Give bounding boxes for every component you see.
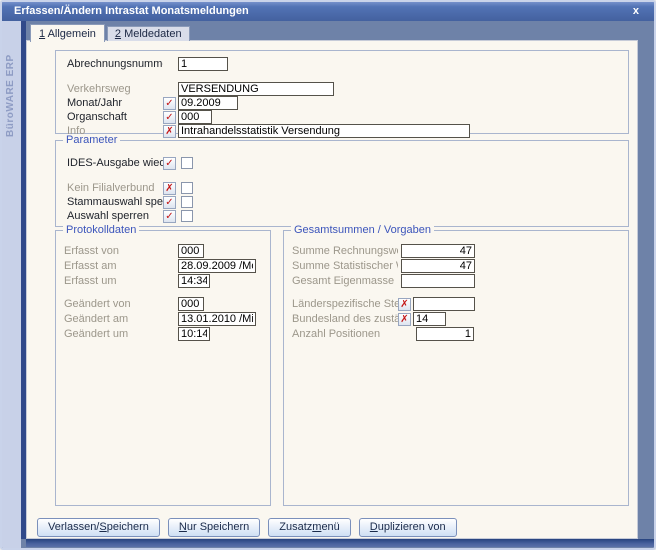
field-label: Geändert von xyxy=(64,298,131,310)
anzahl-positionen-input[interactable] xyxy=(416,327,474,341)
abrechnungsnummer-input[interactable] xyxy=(178,57,228,71)
red-cross-icon[interactable]: ✗ xyxy=(163,181,176,195)
bottom-frame-bar xyxy=(26,539,654,547)
kein-filialverbund-checkbox[interactable] xyxy=(181,182,193,194)
geaendert-um-input[interactable] xyxy=(178,327,210,341)
protokolldaten-fieldset: Protokolldaten Erfasst von Erfasst am Er… xyxy=(55,224,271,506)
field-label: Erfasst am xyxy=(64,260,117,272)
field-row: Organschaft ✓ xyxy=(67,110,628,124)
field-label: Verkehrsweg xyxy=(67,83,131,95)
organschaft-input[interactable] xyxy=(178,110,212,124)
zusatzmenu-button[interactable]: Zusatzmenü xyxy=(268,518,351,537)
field-label: Monat/Jahr xyxy=(67,97,123,109)
field-label: Organschaft xyxy=(67,111,127,123)
info-input[interactable] xyxy=(178,124,470,138)
red-check-icon[interactable]: ✓ xyxy=(163,110,176,124)
title-bar: Erfassen/Ändern Intrastat Monatsmeldunge… xyxy=(2,2,654,21)
field-label: Abrechnungsnummer xyxy=(67,58,163,70)
header-fieldset: Abrechnungsnummer Verkehrsweg Monat/Jahr… xyxy=(55,50,629,138)
steuer-nr-input[interactable] xyxy=(413,297,475,311)
red-check-icon[interactable]: ✓ xyxy=(163,209,176,223)
erfasst-am-input[interactable] xyxy=(178,259,256,273)
window-title: Erfassen/Ändern Intrastat Monatsmeldunge… xyxy=(14,5,249,17)
fieldset-title: Gesamtsummen / Vorgaben xyxy=(291,224,434,236)
erfasst-von-input[interactable] xyxy=(178,244,204,258)
close-icon[interactable]: x xyxy=(630,2,642,21)
gesamt-eigenmasse-input[interactable] xyxy=(401,274,475,288)
geaendert-von-input[interactable] xyxy=(178,297,204,311)
field-row: Länderspezifische Steuer-Nr. ✗ xyxy=(292,297,628,311)
intrastat-dialog-window: Erfassen/Ändern Intrastat Monatsmeldunge… xyxy=(0,0,656,550)
button-row: Verlassen/Speichern Nur Speichern Zusatz… xyxy=(37,518,457,537)
field-row: Auswahl sperren ✓ xyxy=(67,209,628,223)
field-row: Monat/Jahr ✓ xyxy=(67,96,628,110)
brand-logo-text: BüroWARE ERP xyxy=(5,54,16,137)
verlassen-speichern-button[interactable]: Verlassen/Speichern xyxy=(37,518,160,537)
tab-meldedaten[interactable]: 2 Meldedaten xyxy=(106,26,190,41)
ides-ausgabe-checkbox[interactable] xyxy=(181,157,193,169)
brand-strip: BüroWARE ERP xyxy=(2,21,21,548)
geaendert-am-input[interactable] xyxy=(178,312,256,326)
field-label: Gesamt Eigenmasse Kg xyxy=(292,275,398,287)
field-row: Geändert von xyxy=(64,297,270,311)
field-label: Summe Rechnungswert xyxy=(292,245,398,257)
field-row: Stammauswahl sperren ✓ xyxy=(67,195,628,209)
monat-jahr-input[interactable] xyxy=(178,96,238,110)
field-label: Geändert am xyxy=(64,313,129,325)
red-cross-icon[interactable]: ✗ xyxy=(398,312,411,326)
red-cross-icon[interactable]: ✗ xyxy=(163,124,176,138)
summe-statistischer-wert-input[interactable] xyxy=(401,259,475,273)
field-row: IDES-Ausgabe wiederholen ✓ xyxy=(67,156,628,170)
parameter-fieldset: Parameter IDES-Ausgabe wiederholen ✓ Kei… xyxy=(55,134,629,227)
field-row: Summe Rechnungswert xyxy=(292,244,628,258)
field-row: Bundesland des zuständigen FA ✗ xyxy=(292,312,628,326)
field-label: Kein Filialverbund xyxy=(67,182,155,194)
field-row: Erfasst von xyxy=(64,244,270,258)
field-label: Geändert um xyxy=(64,328,129,340)
erfasst-um-input[interactable] xyxy=(178,274,210,288)
red-check-icon[interactable]: ✓ xyxy=(163,156,176,170)
red-check-icon[interactable]: ✓ xyxy=(163,195,176,209)
fieldset-title: Parameter xyxy=(63,134,121,146)
field-row: Erfasst am xyxy=(64,259,270,273)
field-label: Anzahl Positionen xyxy=(292,328,381,340)
field-row: Summe Statistischer Wert xyxy=(292,259,628,273)
gesamtsummen-fieldset: Gesamtsummen / Vorgaben Summe Rechnungsw… xyxy=(283,224,629,506)
field-label: Erfasst um xyxy=(64,275,117,287)
field-row: Anzahl Positionen xyxy=(292,327,628,341)
summe-rechnungswert-input[interactable] xyxy=(401,244,475,258)
duplizieren-von-button[interactable]: Duplizieren von xyxy=(358,518,457,537)
field-row: Gesamt Eigenmasse Kg xyxy=(292,274,628,288)
field-label: Summe Statistischer Wert xyxy=(292,260,398,272)
red-check-icon[interactable]: ✓ xyxy=(163,96,176,110)
field-row: Verkehrsweg xyxy=(67,82,628,96)
field-label: Länderspezifische Steuer-Nr. xyxy=(292,298,398,310)
field-row: Info ✗ xyxy=(67,124,628,138)
tab-bar: 1 Allgemein 2 Meldedaten xyxy=(30,23,190,42)
field-label: IDES-Ausgabe wiederholen xyxy=(67,157,163,169)
field-row: Abrechnungsnummer xyxy=(67,57,628,71)
fieldset-title: Protokolldaten xyxy=(63,224,140,236)
field-label: Bundesland des zuständigen FA xyxy=(292,313,398,325)
tab-allgemein[interactable]: 1 Allgemein xyxy=(30,24,105,42)
verkehrsweg-input[interactable] xyxy=(178,82,334,96)
nur-speichern-button[interactable]: Nur Speichern xyxy=(167,518,261,537)
stammauswahl-sperren-checkbox[interactable] xyxy=(181,196,193,208)
bundesland-fa-input[interactable] xyxy=(413,312,446,326)
field-label: Stammauswahl sperren xyxy=(67,196,163,208)
red-cross-icon[interactable]: ✗ xyxy=(398,297,411,311)
field-row: Geändert um xyxy=(64,327,270,341)
auswahl-sperren-checkbox[interactable] xyxy=(181,210,193,222)
field-label: Erfasst von xyxy=(64,245,120,257)
field-row: Erfasst um xyxy=(64,274,270,288)
field-row: Kein Filialverbund ✗ xyxy=(67,181,628,195)
field-row: Geändert am xyxy=(64,312,270,326)
field-label: Auswahl sperren xyxy=(67,210,149,222)
